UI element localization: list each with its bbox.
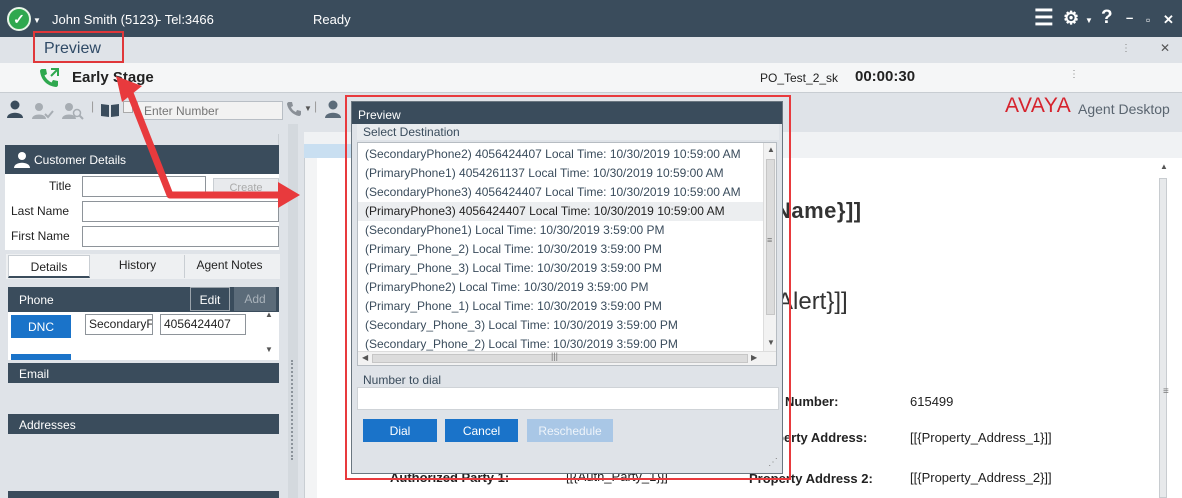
addresses-label: Addresses — [19, 418, 76, 432]
agent-name: John Smith (5123) — [52, 12, 159, 27]
phone-call-icon — [40, 68, 59, 87]
contact-icon[interactable] — [6, 99, 24, 119]
dnc-button[interactable]: DNC — [11, 315, 71, 338]
create-button[interactable]: Create — [213, 178, 279, 197]
phone-header-label: Phone — [19, 293, 54, 307]
customer-details-header: Customer Details — [5, 145, 279, 174]
customer-details-title: Customer Details — [34, 153, 127, 167]
settings-dropdown-icon[interactable]: ▼ — [1085, 16, 1093, 25]
close-icon[interactable]: ✕ — [1163, 10, 1174, 30]
script-scroll-grip-icon[interactable]: ≡ — [1163, 386, 1169, 397]
number-label: Number: — [785, 394, 839, 409]
title-label: Title — [49, 179, 72, 193]
avaya-logo: AVAYA — [1005, 94, 1072, 117]
script-scrollbar-thumb[interactable] — [1159, 178, 1167, 498]
minimize-icon[interactable]: – — [1126, 8, 1133, 28]
menu-icon[interactable]: ☰ — [1034, 7, 1054, 29]
separator: | — [91, 99, 95, 113]
grip-icon: ⋮ — [1121, 43, 1131, 54]
dialog-highlight-box — [345, 95, 791, 480]
campaign-name: PO_Test_2_sk — [760, 71, 839, 85]
status-dropdown-icon[interactable]: ▼ — [33, 16, 41, 25]
dial-phone-icon[interactable] — [286, 101, 302, 117]
agent-icon[interactable] — [324, 99, 342, 119]
product-name: Agent Desktop — [1078, 101, 1170, 117]
title-bar: ✓ ▼ John Smith (5123) - Tel:3466 Ready ☰… — [0, 0, 1182, 37]
next-section-header[interactable] — [8, 491, 279, 498]
script-scrollbar-track[interactable] — [1153, 158, 1182, 498]
title-field[interactable] — [82, 176, 206, 197]
preview-label: Preview — [33, 31, 124, 63]
last-name-label: Last Name — [11, 204, 70, 218]
addresses-header[interactable]: Addresses — [8, 414, 279, 434]
call-timer: 00:00:30 — [855, 68, 916, 85]
dnc-button-2[interactable] — [11, 354, 71, 360]
last-name-field[interactable] — [82, 201, 279, 222]
call-stage: Early Stage — [72, 69, 154, 86]
contact-verified-icon[interactable] — [31, 101, 55, 121]
left-panel: Customer Details Title Create Last Name … — [0, 124, 288, 498]
email-label: Email — [19, 367, 50, 381]
grip-icon: ⋮ — [1069, 69, 1079, 80]
tab-history[interactable]: History — [93, 255, 182, 278]
dial-dropdown-icon[interactable]: ▼ — [304, 104, 312, 113]
add-phone-button[interactable]: Add — [234, 287, 276, 311]
preview-bar: ⋮ ✕ — [0, 37, 1182, 63]
first-name-label: First Name — [11, 229, 70, 243]
separator: | — [314, 99, 318, 113]
tab-details[interactable]: Details — [8, 255, 90, 278]
script-scroll-up-icon[interactable]: ▲ — [1160, 162, 1168, 171]
edit-phone-button[interactable]: Edit — [190, 287, 230, 311]
tab-agent-notes[interactable]: Agent Notes — [184, 255, 274, 278]
scroll-down-icon[interactable]: ▼ — [265, 345, 273, 354]
call-bar: Early Stage PO_Test_2_sk 00:00:30 ⋮ — [0, 63, 1182, 93]
scroll-up-icon[interactable]: ▲ — [265, 310, 273, 319]
splitter-grip[interactable] — [291, 360, 295, 460]
agent-tel: - Tel:3466 — [157, 12, 214, 27]
customer-icon — [14, 152, 30, 168]
help-icon[interactable]: ? — [1101, 8, 1113, 28]
enter-number-input[interactable] — [137, 101, 283, 120]
contact-search-icon[interactable] — [61, 101, 85, 121]
book-dropdown[interactable] — [123, 101, 133, 113]
preview-close-icon[interactable]: ✕ — [1160, 41, 1170, 55]
first-name-field[interactable] — [82, 226, 279, 247]
property-address-2-value: [[{Property_Address_2}]] — [910, 470, 1052, 485]
phone-type-field[interactable]: SecondaryF — [85, 314, 153, 335]
agent-status: Ready — [313, 12, 351, 27]
phone-number-field[interactable]: 4056424407 — [160, 314, 246, 335]
property-address-1-value: [[{Property_Address_1}]] — [910, 430, 1052, 445]
restore-icon[interactable]: ▫ — [1146, 10, 1150, 30]
number-value: 615499 — [910, 394, 954, 409]
ready-status-icon[interactable]: ✓ — [7, 7, 31, 31]
gear-icon[interactable]: ⚙ — [1063, 8, 1079, 28]
email-header[interactable]: Email — [8, 363, 279, 383]
address-book-icon[interactable] — [100, 102, 120, 118]
script-gutter — [305, 158, 317, 498]
email-body — [8, 383, 279, 414]
